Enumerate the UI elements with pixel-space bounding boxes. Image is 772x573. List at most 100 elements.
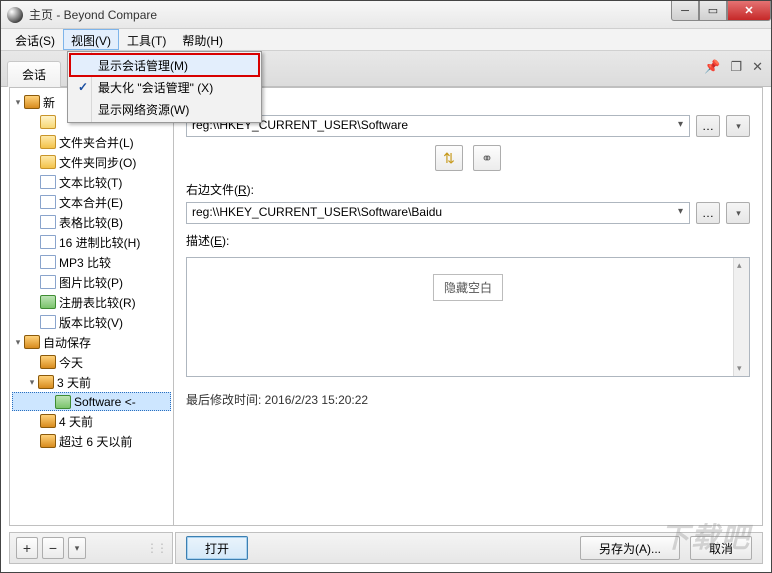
check-icon: ✓ (78, 80, 88, 94)
tree-label: MP3 比较 (59, 254, 111, 271)
tree-mp3-compare[interactable]: MP3 比较 (12, 252, 171, 272)
add-session-button[interactable]: + (16, 537, 38, 559)
app-icon (7, 7, 23, 23)
window-title: 主页 - Beyond Compare (29, 6, 157, 23)
tree-registry-compare[interactable]: 注册表比较(R) (12, 292, 171, 312)
right-browse-dropdown[interactable] (726, 202, 750, 224)
session-options-dropdown[interactable] (68, 537, 86, 559)
cube-icon (24, 95, 40, 109)
tree-table-compare[interactable]: 表格比较(B) (12, 212, 171, 232)
left-browse-button[interactable]: … (696, 115, 720, 137)
last-modified-line: 最后修改时间: 2016/2/23 15:20:22 (174, 377, 762, 414)
menu-show-session-manager[interactable]: 显示会话管理(M) (70, 54, 259, 76)
doc-icon (40, 195, 56, 209)
doc-icon (40, 315, 56, 329)
resize-grip-icon: ⋮⋮ (146, 541, 166, 555)
tree-label: 文本合并(E) (59, 194, 123, 211)
tab-tools: 📌 ❐ ✕ (704, 59, 763, 75)
cancel-button[interactable]: 取消 (690, 536, 752, 560)
registry-icon (55, 395, 71, 409)
window-controls: ─ ▭ ✕ (671, 1, 771, 21)
tree-label: 16 进制比较(H) (59, 234, 140, 251)
cube-icon (24, 335, 40, 349)
tree-text-compare[interactable]: 文本比较(T) (12, 172, 171, 192)
cube-icon (38, 375, 54, 389)
tree-label: 3 天前 (57, 374, 91, 391)
menu-tools[interactable]: 工具(T) (119, 29, 174, 50)
last-modified-label: 最后修改时间: (186, 393, 265, 407)
save-as-button[interactable]: 另存为(A)... (580, 536, 680, 560)
menu-view[interactable]: 视图(V) (63, 29, 119, 50)
tree-auto-save[interactable]: ▾自动保存 (12, 332, 171, 352)
tree-label: 文本比较(T) (59, 174, 122, 191)
menu-maximize-session-manager[interactable]: ✓ 最大化 "会话管理" (X) (70, 76, 259, 98)
tree-label: 今天 (59, 354, 83, 371)
tree-label: 自动保存 (43, 334, 91, 351)
tree-folder-merge[interactable]: 文件夹合并(L) (12, 132, 171, 152)
tree-label: 新 (43, 94, 55, 111)
tree-4-days-ago[interactable]: 4 天前 (12, 411, 171, 431)
menubar: 会话(S) 视图(V) 工具(T) 帮助(H) (1, 29, 771, 51)
swap-sides-button[interactable]: ⇅ (435, 145, 463, 171)
tree-text-merge[interactable]: 文本合并(E) (12, 192, 171, 212)
menu-item-label: 最大化 "会话管理" (X) (98, 79, 213, 96)
doc-icon (40, 175, 56, 189)
open-button[interactable]: 打开 (186, 536, 248, 560)
tree-image-compare[interactable]: 图片比较(P) (12, 272, 171, 292)
tab-session[interactable]: 会话 (7, 61, 61, 87)
view-dropdown: 显示会话管理(M) ✓ 最大化 "会话管理" (X) 显示网络资源(W) (67, 51, 262, 123)
tree-label: 注册表比较(R) (59, 294, 136, 311)
link-button[interactable]: ⚭ (473, 145, 501, 171)
tree-folder-sync[interactable]: 文件夹同步(O) (12, 152, 171, 172)
menu-session[interactable]: 会话(S) (7, 29, 63, 50)
right-path-value: reg:\\HKEY_CURRENT_USER\Software\Baidu (192, 205, 442, 219)
tree-item-software[interactable]: Software <- (12, 392, 171, 411)
tree-version-compare[interactable]: 版本比较(V) (12, 312, 171, 332)
close-button[interactable]: ✕ (727, 1, 771, 21)
window-titlebar: 主页 - Beyond Compare ─ ▭ ✕ (1, 1, 771, 29)
folder-icon (40, 155, 56, 169)
left-browse-dropdown[interactable] (726, 115, 750, 137)
main-body: ▾新 文件夹合并(L) 文件夹同步(O) 文本比较(T) 文本合并(E) 表格比… (9, 87, 763, 526)
cube-icon (40, 355, 56, 369)
tree-label: 4 天前 (59, 413, 93, 430)
right-file-section: 右边文件(R): reg:\\HKEY_CURRENT_USER\Softwar… (174, 181, 762, 226)
tree-3-days-ago[interactable]: ▾3 天前 (12, 372, 171, 392)
right-path-combo[interactable]: reg:\\HKEY_CURRENT_USER\Software\Baidu (186, 202, 690, 224)
doc-icon (40, 215, 56, 229)
sidebar-bottom-toolbar: + − ⋮⋮ (9, 532, 173, 564)
description-textarea[interactable]: 隐藏空白 (186, 257, 750, 377)
left-file-section: 左边文件(L): reg:\\HKEY_CURRENT_USER\Softwar… (174, 88, 762, 139)
menu-item-label: 显示网络资源(W) (98, 101, 189, 118)
session-tree: ▾新 文件夹合并(L) 文件夹同步(O) 文本比较(T) 文本合并(E) 表格比… (10, 88, 173, 455)
remove-session-button[interactable]: − (42, 537, 64, 559)
restore-icon[interactable]: ❐ (730, 59, 742, 75)
tree-over-6-days[interactable]: 超过 6 天以前 (12, 431, 171, 451)
right-file-label: 右边文件(R): (186, 181, 750, 198)
registry-icon (40, 295, 56, 309)
hidden-blank-placeholder: 隐藏空白 (433, 274, 503, 301)
tree-label: 文件夹合并(L) (59, 134, 134, 151)
minimize-button[interactable]: ─ (671, 1, 699, 21)
session-tree-sidebar: ▾新 文件夹合并(L) 文件夹同步(O) 文本比较(T) 文本合并(E) 表格比… (10, 88, 174, 525)
tree-label: 文件夹同步(O) (59, 154, 136, 171)
folder-icon (40, 135, 56, 149)
doc-icon (40, 235, 56, 249)
menu-item-label: 显示会话管理(M) (98, 57, 188, 74)
left-file-label: 左边文件(L): (186, 94, 750, 111)
maximize-button[interactable]: ▭ (699, 1, 727, 21)
content-bottom-toolbar: 打开 另存为(A)... 取消 (175, 532, 763, 564)
menu-help[interactable]: 帮助(H) (174, 29, 231, 50)
session-detail-panel: 左边文件(L): reg:\\HKEY_CURRENT_USER\Softwar… (174, 88, 762, 525)
tree-hex-compare[interactable]: 16 进制比较(H) (12, 232, 171, 252)
pin-icon[interactable]: 📌 (704, 59, 720, 75)
description-scrollbar[interactable] (733, 258, 749, 376)
tree-label: 表格比较(B) (59, 214, 123, 231)
tab-close-icon[interactable]: ✕ (752, 59, 763, 75)
right-browse-button[interactable]: … (696, 202, 720, 224)
description-section: 描述(E): (174, 226, 762, 255)
tree-today[interactable]: 今天 (12, 352, 171, 372)
tree-label: 版本比较(V) (59, 314, 123, 331)
doc-icon (40, 275, 56, 289)
menu-show-network-resources[interactable]: 显示网络资源(W) (70, 98, 259, 120)
